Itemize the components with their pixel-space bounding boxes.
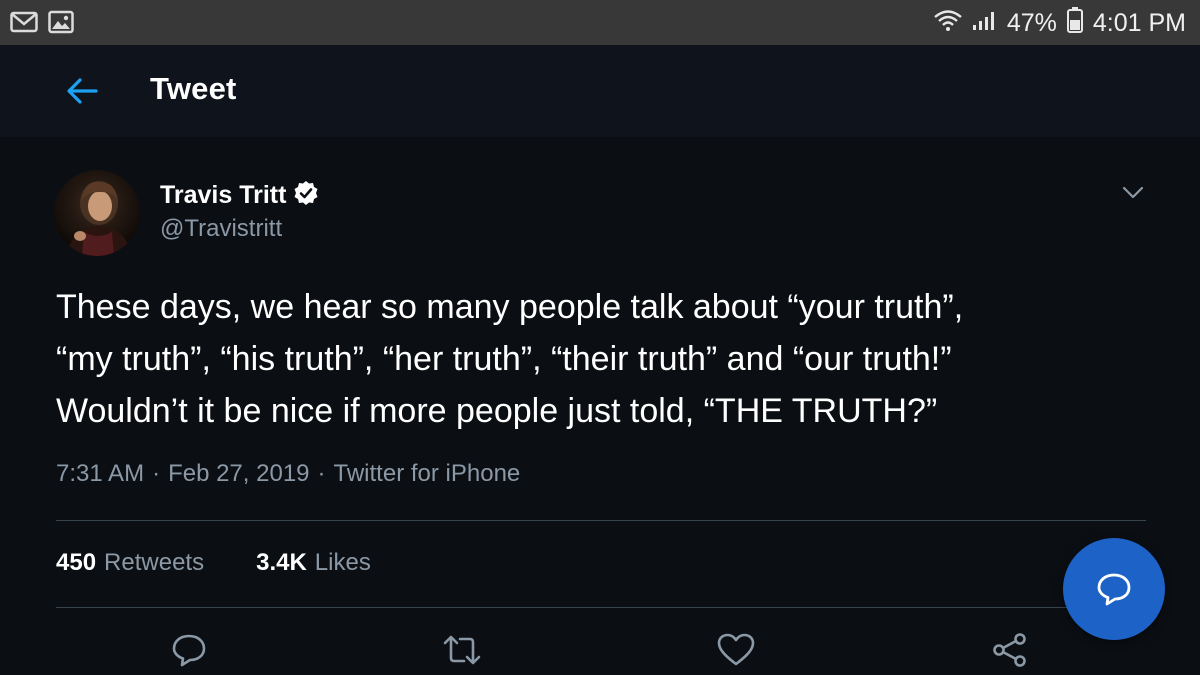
tweet-date: Feb 27, 2019 xyxy=(168,460,310,487)
tweet-actions xyxy=(0,632,1200,672)
notification-icons xyxy=(10,10,74,34)
gallery-icon xyxy=(48,10,74,34)
battery-percent: 47% xyxy=(1006,9,1057,37)
meta-separator: · xyxy=(317,460,326,487)
avatar[interactable] xyxy=(54,170,140,256)
heart-icon xyxy=(717,633,755,666)
retweet-icon xyxy=(443,635,481,665)
system-indicators: 47% 4:01 PM xyxy=(933,7,1186,40)
tweet-source-link[interactable]: Twitter for iPhone xyxy=(334,460,521,488)
chevron-down-icon xyxy=(1122,186,1144,199)
author-name-row[interactable]: Travis Tritt xyxy=(160,180,319,211)
status-bar: 47% 4:01 PM xyxy=(0,0,1200,45)
share-button[interactable] xyxy=(990,632,1030,668)
tweet-text: These days, we hear so many people talk … xyxy=(56,281,1156,437)
tweet-time: 7:31 AM xyxy=(56,460,145,487)
author-handle[interactable]: @Travistritt xyxy=(160,215,282,243)
share-icon xyxy=(993,633,1026,667)
tweet-meta: 7:31 AM · Feb 27, 2019 · Twitter for iPh… xyxy=(56,460,520,488)
app-bar: Tweet xyxy=(0,45,1200,137)
tweet-text-line: Wouldn’t it be nice if more people just … xyxy=(56,392,938,430)
clock: 4:01 PM xyxy=(1092,9,1186,37)
likes-count: 3.4K xyxy=(256,549,307,576)
tweet-text-line: These days, we hear so many people talk … xyxy=(56,288,964,326)
reply-button[interactable] xyxy=(171,632,211,668)
gmail-icon xyxy=(10,10,38,34)
reply-fab-button[interactable] xyxy=(1063,538,1165,640)
arrow-left-icon xyxy=(67,78,98,104)
retweets-label: Retweets xyxy=(104,549,205,576)
tweet-text-line: “my truth”, “his truth”, “her truth”, “t… xyxy=(56,340,952,378)
wifi-icon xyxy=(933,8,963,39)
divider xyxy=(56,607,1146,608)
page-title: Tweet xyxy=(150,71,237,106)
meta-separator: · xyxy=(152,460,161,487)
divider xyxy=(56,520,1146,521)
retweets-stat[interactable]: 450 Retweets xyxy=(56,549,204,577)
retweet-button[interactable] xyxy=(442,632,482,668)
verified-badge-icon xyxy=(293,180,319,211)
author-name: Travis Tritt xyxy=(160,181,287,209)
screen: 47% 4:01 PM Tweet Travis Tritt @Travistr… xyxy=(0,0,1200,675)
likes-label: Likes xyxy=(314,549,371,576)
battery-icon xyxy=(1066,7,1083,40)
tweet-detail: Travis Tritt @Travistritt These days, we… xyxy=(0,137,1200,675)
back-button[interactable] xyxy=(62,73,102,109)
reply-icon xyxy=(172,634,206,667)
reply-icon xyxy=(1097,573,1131,606)
likes-stat[interactable]: 3.4K Likes xyxy=(256,549,371,577)
like-button[interactable] xyxy=(716,632,756,668)
signal-icon xyxy=(971,8,999,39)
retweets-count: 450 xyxy=(56,549,97,576)
more-options-button[interactable] xyxy=(1120,181,1146,203)
tweet-stats: 450 Retweets 3.4K Likes xyxy=(56,549,371,577)
